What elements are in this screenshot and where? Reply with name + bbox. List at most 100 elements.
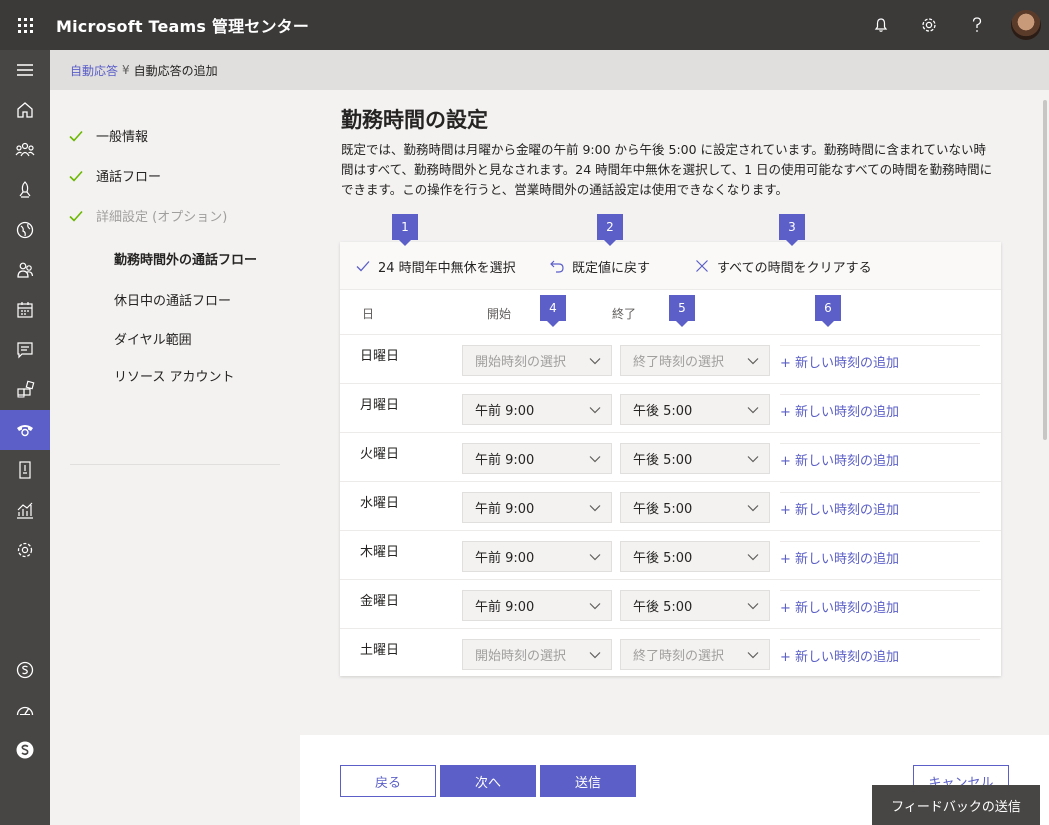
reset-default-button[interactable]: 既定値に戻す: [550, 242, 650, 290]
step-call-flow[interactable]: 通話フロー: [68, 166, 161, 185]
start-time-value: 午前 9:00: [475, 600, 535, 615]
start-time-dropdown[interactable]: 午前 9:00: [462, 541, 612, 572]
checkmark-icon: [356, 261, 370, 272]
start-time-dropdown[interactable]: 開始時刻の選択: [462, 639, 612, 670]
apps-icon[interactable]: [0, 370, 50, 410]
end-time-dropdown[interactable]: 午後 5:00: [620, 394, 770, 425]
end-time-value: 終了時刻の選択: [633, 649, 725, 664]
end-time-dropdown[interactable]: 終了時刻の選択: [620, 639, 770, 670]
meetings-icon[interactable]: [0, 290, 50, 330]
chevron-down-icon: [589, 407, 601, 414]
deploy-icon[interactable]: [0, 170, 50, 210]
checkmark-icon: [69, 130, 83, 142]
end-time-dropdown[interactable]: 終了時刻の選択: [620, 345, 770, 376]
step-advanced-settings[interactable]: 詳細設定 (オプション): [68, 206, 227, 225]
users-icon[interactable]: [0, 250, 50, 290]
voice-icon[interactable]: [0, 410, 50, 450]
teams-icon[interactable]: [0, 130, 50, 170]
chevron-down-icon: [747, 554, 759, 561]
day-label: 土曜日: [360, 643, 400, 658]
breadcrumb-link-auto-attendant[interactable]: 自動応答: [70, 62, 118, 79]
scrollbar[interactable]: [1041, 90, 1049, 735]
hamburger-icon[interactable]: [0, 50, 50, 90]
end-time-dropdown[interactable]: 午後 5:00: [620, 492, 770, 523]
start-time-value: 午前 9:00: [475, 551, 535, 566]
reset-default-label: 既定値に戻す: [572, 260, 651, 276]
scrollbar-thumb[interactable]: [1043, 100, 1047, 440]
undo-icon: [550, 260, 564, 273]
day-label: 日曜日: [360, 349, 400, 364]
end-time-dropdown[interactable]: 午後 5:00: [620, 443, 770, 474]
start-time-dropdown[interactable]: 午前 9:00: [462, 443, 612, 474]
avatar[interactable]: [1011, 10, 1041, 40]
callout-marker: 6: [815, 295, 841, 327]
chevron-down-icon: [747, 407, 759, 414]
submit-button[interactable]: 送信: [540, 765, 636, 797]
feedback-button[interactable]: フィードバックの送信: [872, 785, 1040, 825]
column-header-day: 日: [362, 307, 375, 321]
start-time-dropdown[interactable]: 午前 9:00: [462, 590, 612, 621]
add-new-time-link[interactable]: + 新しい時刻の追加: [780, 345, 980, 376]
skype-business-icon[interactable]: [0, 730, 50, 770]
globe-icon[interactable]: [0, 210, 50, 250]
back-button[interactable]: 戻る: [340, 765, 436, 797]
table-row: 水曜日 午前 9:00 午後 5:00 + 新しい時刻の追加: [340, 482, 1001, 531]
start-time-dropdown[interactable]: 午前 9:00: [462, 394, 612, 425]
chevron-down-icon: [747, 652, 759, 659]
chevron-down-icon: [589, 505, 601, 512]
end-time-dropdown[interactable]: 午後 5:00: [620, 590, 770, 621]
add-new-time-link[interactable]: + 新しい時刻の追加: [780, 639, 980, 670]
skype-icon[interactable]: [0, 650, 50, 690]
substep-dial-scope[interactable]: ダイヤル範囲: [114, 329, 192, 348]
callout-marker: 3: [779, 214, 805, 246]
breadcrumb-current: 自動応答の追加: [133, 63, 218, 78]
add-new-time-link[interactable]: + 新しい時刻の追加: [780, 541, 980, 572]
home-icon[interactable]: [0, 90, 50, 130]
main-content: 勤務時間の設定 既定では、勤務時間は月曜から金曜の午前 9:00 から午後 5:…: [300, 90, 1049, 735]
substep-after-hours-call-flow[interactable]: 勤務時間外の通話フロー: [114, 249, 257, 268]
start-time-value: 午前 9:00: [475, 404, 535, 419]
clear-all-button[interactable]: すべての時間をクリアする: [695, 242, 872, 290]
step-general-info[interactable]: 一般情報: [68, 126, 148, 145]
end-time-value: 終了時刻の選択: [633, 355, 725, 370]
substep-holiday-call-flow[interactable]: 休日中の通話フロー: [114, 290, 231, 309]
day-label: 金曜日: [360, 594, 400, 609]
table-row: 日曜日 開始時刻の選択 終了時刻の選択 + 新しい時刻の追加: [340, 335, 1001, 384]
next-button[interactable]: 次へ: [440, 765, 536, 797]
add-new-time-link[interactable]: + 新しい時刻の追加: [780, 394, 980, 425]
help-icon[interactable]: [953, 0, 1001, 50]
step-label: 一般情報: [96, 130, 149, 145]
end-time-dropdown[interactable]: 午後 5:00: [620, 541, 770, 572]
start-time-dropdown[interactable]: 午前 9:00: [462, 492, 612, 523]
gear-icon[interactable]: [905, 0, 953, 50]
start-time-value: 午前 9:00: [475, 502, 535, 517]
intro-text: 既定では、勤務時間は月曜から金曜の午前 9:00 から午後 5:00 に設定され…: [341, 142, 993, 197]
start-time-value: 開始時刻の選択: [475, 355, 567, 370]
divider: [70, 464, 280, 465]
select-24-7-button[interactable]: 24 時間年中無休を選択: [356, 242, 516, 290]
settings-icon[interactable]: [0, 530, 50, 570]
bell-icon[interactable]: [857, 0, 905, 50]
messaging-icon[interactable]: [0, 330, 50, 370]
chevron-down-icon: [589, 652, 601, 659]
day-label: 木曜日: [360, 545, 400, 560]
breadcrumb: 自動応答 ¥ 自動応答の追加: [50, 50, 1049, 90]
start-time-dropdown[interactable]: 開始時刻の選択: [462, 345, 612, 376]
hours-toolbar: 24 時間年中無休を選択 既定値に戻す すべての時間をクリアする: [340, 242, 1001, 290]
chevron-down-icon: [747, 505, 759, 512]
analytics-icon[interactable]: [0, 490, 50, 530]
table-row: 火曜日 午前 9:00 午後 5:00 + 新しい時刻の追加: [340, 433, 1001, 482]
add-new-time-link[interactable]: + 新しい時刻の追加: [780, 443, 980, 474]
select-24-7-label: 24 時間年中無休を選択: [378, 260, 516, 276]
add-new-time-link[interactable]: + 新しい時刻の追加: [780, 590, 980, 621]
substep-resource-account[interactable]: リソース アカウント: [114, 366, 234, 385]
dashboard-icon[interactable]: [0, 690, 50, 730]
table-row: 金曜日 午前 9:00 午後 5:00 + 新しい時刻の追加: [340, 580, 1001, 629]
policy-icon[interactable]: [0, 450, 50, 490]
chevron-down-icon: [589, 456, 601, 463]
callout-marker: 1: [392, 214, 418, 246]
add-new-time-link[interactable]: + 新しい時刻の追加: [780, 492, 980, 523]
end-time-value: 午後 5:00: [633, 551, 693, 566]
column-header-start: 開始: [487, 307, 512, 321]
app-launcher-icon[interactable]: [0, 0, 50, 50]
